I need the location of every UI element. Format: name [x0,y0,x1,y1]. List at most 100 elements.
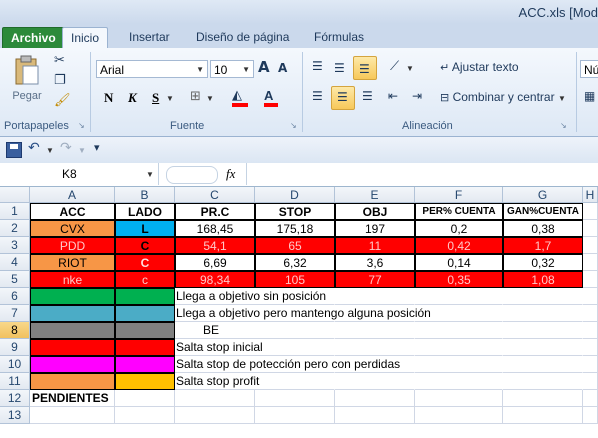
cell[interactable] [583,254,598,271]
cell-stop[interactable]: 105 [255,271,335,288]
cell-obj[interactable]: 3,6 [335,254,415,271]
row-header-8[interactable]: 8 [0,322,30,339]
cell[interactable] [583,271,598,288]
cell[interactable] [583,305,598,322]
tab-formulas[interactable]: Fórmulas [306,27,372,48]
column-header-e[interactable]: E [335,187,415,203]
align-center-button[interactable]: ☰ [331,86,355,110]
cell[interactable] [335,373,415,390]
cell[interactable] [583,339,598,356]
column-header-f[interactable]: F [415,187,503,203]
legend-label[interactable]: Salta stop profit [175,373,259,390]
name-box[interactable]: K8 ▼ [0,163,159,185]
chevron-down-icon[interactable]: ▼ [166,94,174,103]
legend-label[interactable]: Llega a objetivo pero mantengo alguna po… [175,305,431,322]
cell-per-cuenta[interactable]: 0,35 [415,271,503,288]
row-header-5[interactable]: 5 [0,271,30,288]
chevron-down-icon[interactable]: ▼ [78,146,86,155]
cell-pr-c[interactable]: 98,34 [175,271,255,288]
cell-acc[interactable]: PDD [30,237,115,254]
cell[interactable] [503,305,583,322]
legend-label[interactable]: Llega a objetivo sin posición [175,288,326,305]
undo-icon[interactable]: ↶ [28,141,40,155]
font-name-select[interactable]: Arial ▼ [96,60,208,78]
legend-swatch[interactable] [115,322,175,339]
cell-gan-cuenta[interactable]: 0,32 [503,254,583,271]
cell[interactable] [503,356,583,373]
legend-label[interactable]: Salta stop de potección pero con perdida… [175,356,400,373]
cell[interactable] [335,390,415,407]
pendientes-label[interactable]: PENDIENTES [30,390,115,407]
column-header-c[interactable]: C [175,187,255,203]
cell-obj[interactable]: 11 [335,237,415,254]
column-header-d[interactable]: D [255,187,335,203]
cell-gan-cuenta[interactable]: GAN%CUENTA [503,203,583,220]
cell[interactable] [335,339,415,356]
cell-gan-cuenta[interactable]: 0,38 [503,220,583,237]
cell-acc[interactable]: CVX [30,220,115,237]
cell[interactable] [583,407,598,424]
clipboard-launcher-icon[interactable]: ↘ [78,122,85,130]
row-header-12[interactable]: 12 [0,390,30,407]
column-header-h[interactable]: H [583,187,598,203]
cell[interactable] [503,288,583,305]
align-top-icon[interactable]: ☰ [312,60,323,72]
chevron-down-icon[interactable]: ▼ [46,146,54,155]
legend-swatch[interactable] [30,339,115,356]
cell-lado[interactable]: C [115,254,175,271]
legend-swatch[interactable] [115,305,175,322]
formula-input[interactable] [246,163,598,185]
cell[interactable] [583,288,598,305]
cell-gan-cuenta[interactable]: 1,7 [503,237,583,254]
row-header-10[interactable]: 10 [0,356,30,373]
chevron-down-icon[interactable]: ▼ [406,64,414,73]
cell[interactable] [415,373,503,390]
cell[interactable] [335,322,415,339]
customize-toolbar-icon[interactable]: ▾ [94,142,100,153]
cell[interactable] [583,237,598,254]
cell-acc[interactable]: RIOT [30,254,115,271]
row-header-6[interactable]: 6 [0,288,30,305]
tab-archivo[interactable]: Archivo [2,27,65,49]
column-header-a[interactable]: A [30,187,115,203]
cell-lado[interactable]: c [115,271,175,288]
font-launcher-icon[interactable]: ↘ [290,122,297,130]
row-header-2[interactable]: 2 [0,220,30,237]
cell-acc[interactable]: nke [30,271,115,288]
cell[interactable] [255,407,335,424]
align-left-icon[interactable]: ☰ [312,90,323,102]
cell[interactable] [415,288,503,305]
chevron-down-icon[interactable]: ▼ [206,94,214,103]
number-format-select[interactable]: Nú [580,60,598,78]
alignment-launcher-icon[interactable]: ↘ [560,122,567,130]
legend-swatch[interactable] [30,356,115,373]
cell[interactable] [415,322,503,339]
merge-center-button[interactable]: ⊟ Combinar y centrar ▼ [440,90,566,104]
cell-stop[interactable]: 175,18 [255,220,335,237]
legend-swatch[interactable] [30,322,115,339]
cell-obj[interactable]: OBJ [335,203,415,220]
align-right-icon[interactable]: ☰ [362,90,373,102]
cell-stop[interactable]: 6,32 [255,254,335,271]
select-all-corner[interactable] [0,187,30,203]
cell[interactable] [503,322,583,339]
cell[interactable] [583,220,598,237]
cut-icon[interactable]: ✂ [54,54,65,67]
cell[interactable] [503,339,583,356]
row-header-3[interactable]: 3 [0,237,30,254]
cell[interactable] [255,339,335,356]
cell[interactable] [255,373,335,390]
column-header-g[interactable]: G [503,187,583,203]
increase-indent-icon[interactable]: ⇥ [412,90,422,102]
format-painter-icon[interactable]: 🖌 [54,94,71,107]
row-header-13[interactable]: 13 [0,407,30,424]
tab-insertar[interactable]: Insertar [121,27,178,48]
cell-per-cuenta[interactable]: 0,2 [415,220,503,237]
cell-pr-c[interactable]: 168,45 [175,220,255,237]
underline-button[interactable]: S [152,90,159,106]
cell[interactable] [255,322,335,339]
legend-swatch[interactable] [115,288,175,305]
redo-icon[interactable]: ↷ [60,141,72,155]
row-header-7[interactable]: 7 [0,305,30,322]
cell-stop[interactable]: 65 [255,237,335,254]
